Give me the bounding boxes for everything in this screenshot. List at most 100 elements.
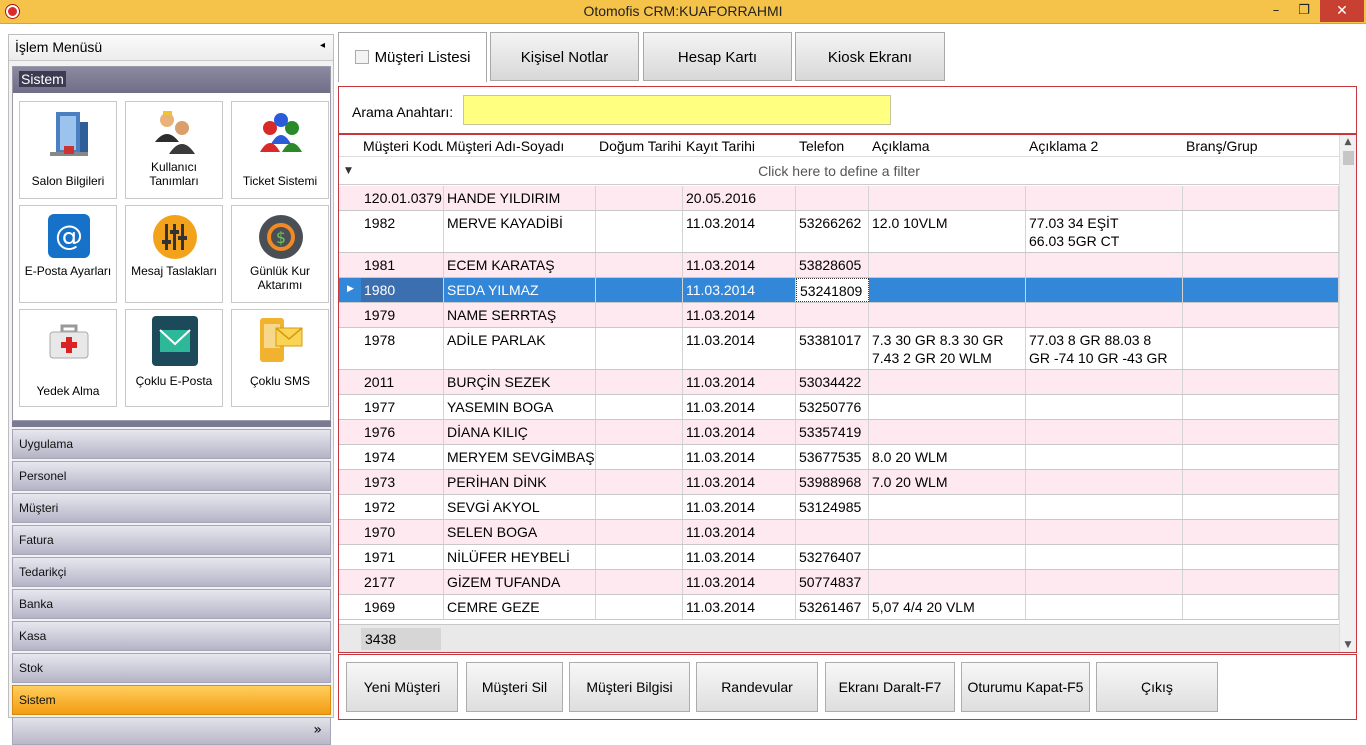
table-row[interactable]: 1973 PERİHAN DİNK 11.03.2014 53988968 7.0 20…	[339, 470, 1339, 495]
cell-reg[interactable]: 11.03.2014	[683, 253, 796, 277]
cell-birth[interactable]	[596, 420, 683, 444]
cell-phone[interactable]: 53034422	[796, 370, 869, 394]
cell-name[interactable]: SELEN BOGA	[444, 520, 596, 544]
table-row[interactable]: 1981 ECEM KARATAŞ 11.03.2014 53828605	[339, 253, 1339, 278]
cell-phone[interactable]: 53381017	[796, 328, 869, 369]
cell-birth[interactable]	[596, 370, 683, 394]
cell-birth[interactable]	[596, 495, 683, 519]
cell-birth[interactable]	[596, 303, 683, 327]
search-input[interactable]	[463, 95, 891, 125]
cell-code[interactable]: 1977	[361, 395, 444, 419]
cell-reg[interactable]: 11.03.2014	[683, 545, 796, 569]
cell-reg[interactable]: 11.03.2014	[683, 420, 796, 444]
tab-kiosk-ekrani[interactable]: Kiosk Ekranı	[795, 32, 945, 81]
cell-reg[interactable]: 11.03.2014	[683, 395, 796, 419]
cell-phone[interactable]	[796, 186, 869, 210]
cell-birth[interactable]	[596, 186, 683, 210]
tile-e-posta-ayarlari[interactable]: @ E-Posta Ayarları	[19, 205, 117, 303]
cell-desc[interactable]	[869, 303, 1026, 327]
tile-salon-bilgileri[interactable]: Salon Bilgileri	[19, 101, 117, 199]
scroll-down-icon[interactable]: ▼	[1340, 640, 1356, 650]
cell-group[interactable]	[1183, 395, 1339, 419]
nav-item-sistem[interactable]: Sistem	[12, 685, 331, 715]
table-row[interactable]: 1977 YASEMIN BOGA 11.03.2014 53250776	[339, 395, 1339, 420]
cell-desc[interactable]: 5,07 4/4 20 VLM	[869, 595, 1026, 619]
cell-name[interactable]: ECEM KARATAŞ	[444, 253, 596, 277]
cell-phone[interactable]: 53266262	[796, 211, 869, 252]
cell-desc2[interactable]	[1026, 495, 1183, 519]
table-row[interactable]: 1972 SEVGİ AKYOL 11.03.2014 53124985	[339, 495, 1339, 520]
cell-phone[interactable]: 53261467	[796, 595, 869, 619]
cell-group[interactable]	[1183, 445, 1339, 469]
scroll-up-icon[interactable]: ▲	[1340, 137, 1356, 147]
cell-name[interactable]: MERVE KAYADİBİ	[444, 211, 596, 252]
cell-name[interactable]: CEMRE GEZE	[444, 595, 596, 619]
cell-desc2[interactable]	[1026, 520, 1183, 544]
cell-reg[interactable]: 11.03.2014	[683, 595, 796, 619]
cell-phone[interactable]: 53828605	[796, 253, 869, 277]
cell-desc[interactable]	[869, 420, 1026, 444]
col-header-aciklama[interactable]: Açıklama	[872, 138, 1026, 154]
nav-item-banka[interactable]: Banka	[12, 589, 331, 619]
cell-desc2[interactable]	[1026, 303, 1183, 327]
cell-reg[interactable]: 11.03.2014	[683, 370, 796, 394]
cell-code[interactable]: 1982	[361, 211, 444, 252]
cell-birth[interactable]	[596, 211, 683, 252]
cell-desc2[interactable]: 77.03 34 EŞİT 66.03 5GR CT	[1026, 211, 1183, 252]
nav-item-tedarikci[interactable]: Tedarikçi	[12, 557, 331, 587]
tile-ticket-sistemi[interactable]: Ticket Sistemi	[231, 101, 329, 199]
delete-customer-button[interactable]: Müşteri Sil	[466, 662, 563, 712]
col-header-telefon[interactable]: Telefon	[799, 138, 869, 154]
col-header-musteri-adi[interactable]: Müşteri Adı-Soyadı	[446, 138, 596, 154]
cell-desc[interactable]: 7.0 20 WLM	[869, 470, 1026, 494]
cell-name[interactable]: DİANA KILIÇ	[444, 420, 596, 444]
table-row[interactable]: 1974 MERYEM SEVGİMBAŞ 11.03.2014 53677535 8.…	[339, 445, 1339, 470]
tile-yedek-alma[interactable]: Yedek Alma	[19, 309, 117, 407]
table-row[interactable]: 1979 NAME SERRTAŞ 11.03.2014	[339, 303, 1339, 328]
table-row[interactable]: ▶ 1980 SEDA YILMAZ 11.03.2014 53241809	[339, 278, 1339, 303]
table-row[interactable]: 2011 BURÇİN SEZEK 11.03.2014 53034422	[339, 370, 1339, 395]
cell-name[interactable]: NAME SERRTAŞ	[444, 303, 596, 327]
cell-desc2[interactable]	[1026, 470, 1183, 494]
cell-name[interactable]: BURÇİN SEZEK	[444, 370, 596, 394]
minimize-button[interactable]: –	[1262, 0, 1290, 22]
exit-button[interactable]: Çıkış	[1096, 662, 1218, 712]
nav-item-fatura[interactable]: Fatura	[12, 525, 331, 555]
cell-desc2[interactable]: 77.03 8 GR 88.03 8 GR -74 10 GR -43 GR	[1026, 328, 1183, 369]
tile-gunluk-kur-aktarimi[interactable]: $ Günlük Kur Aktarımı	[231, 205, 329, 303]
tile-kullanici-tanimlari[interactable]: Kullanıcı Tanımları	[125, 101, 223, 199]
table-row[interactable]: 1982 MERVE KAYADİBİ 11.03.2014 53266262 12.0…	[339, 211, 1339, 253]
cell-desc2[interactable]	[1026, 445, 1183, 469]
cell-birth[interactable]	[596, 278, 683, 302]
cell-desc2[interactable]	[1026, 545, 1183, 569]
nav-item-uygulama[interactable]: Uygulama	[12, 429, 331, 459]
cell-reg[interactable]: 11.03.2014	[683, 278, 796, 302]
cell-group[interactable]	[1183, 520, 1339, 544]
tile-coklu-sms[interactable]: Çoklu SMS	[231, 309, 329, 407]
cell-birth[interactable]	[596, 253, 683, 277]
cell-reg[interactable]: 11.03.2014	[683, 570, 796, 594]
cell-code[interactable]: 1976	[361, 420, 444, 444]
scroll-thumb[interactable]	[1343, 151, 1354, 165]
cell-birth[interactable]	[596, 545, 683, 569]
cell-desc[interactable]	[869, 395, 1026, 419]
cell-phone[interactable]: 53677535	[796, 445, 869, 469]
cell-desc[interactable]: 7.3 30 GR 8.3 30 GR 7.43 2 GR 20 WLM	[869, 328, 1026, 369]
cell-reg[interactable]: 20.05.2016	[683, 186, 796, 210]
cell-group[interactable]	[1183, 211, 1339, 252]
cell-desc2[interactable]	[1026, 395, 1183, 419]
cell-group[interactable]	[1183, 278, 1339, 302]
filter-row[interactable]: ▼ Click here to define a filter	[339, 157, 1339, 185]
cell-code[interactable]: 1978	[361, 328, 444, 369]
table-row[interactable]: 1970 SELEN BOGA 11.03.2014	[339, 520, 1339, 545]
cell-name[interactable]: SEVGİ AKYOL	[444, 495, 596, 519]
table-row[interactable]: 2177 GİZEM TUFANDA 11.03.2014 50774837	[339, 570, 1339, 595]
cell-name[interactable]: MERYEM SEVGİMBAŞ	[444, 445, 596, 469]
cell-desc2[interactable]	[1026, 370, 1183, 394]
tab-musteri-listesi[interactable]: Müşteri Listesi	[338, 32, 487, 82]
customer-info-button[interactable]: Müşteri Bilgisi	[569, 662, 690, 712]
cell-phone[interactable]	[796, 520, 869, 544]
cell-group[interactable]	[1183, 370, 1339, 394]
cell-code[interactable]: 1972	[361, 495, 444, 519]
maximize-button[interactable]: ❐	[1290, 0, 1318, 22]
